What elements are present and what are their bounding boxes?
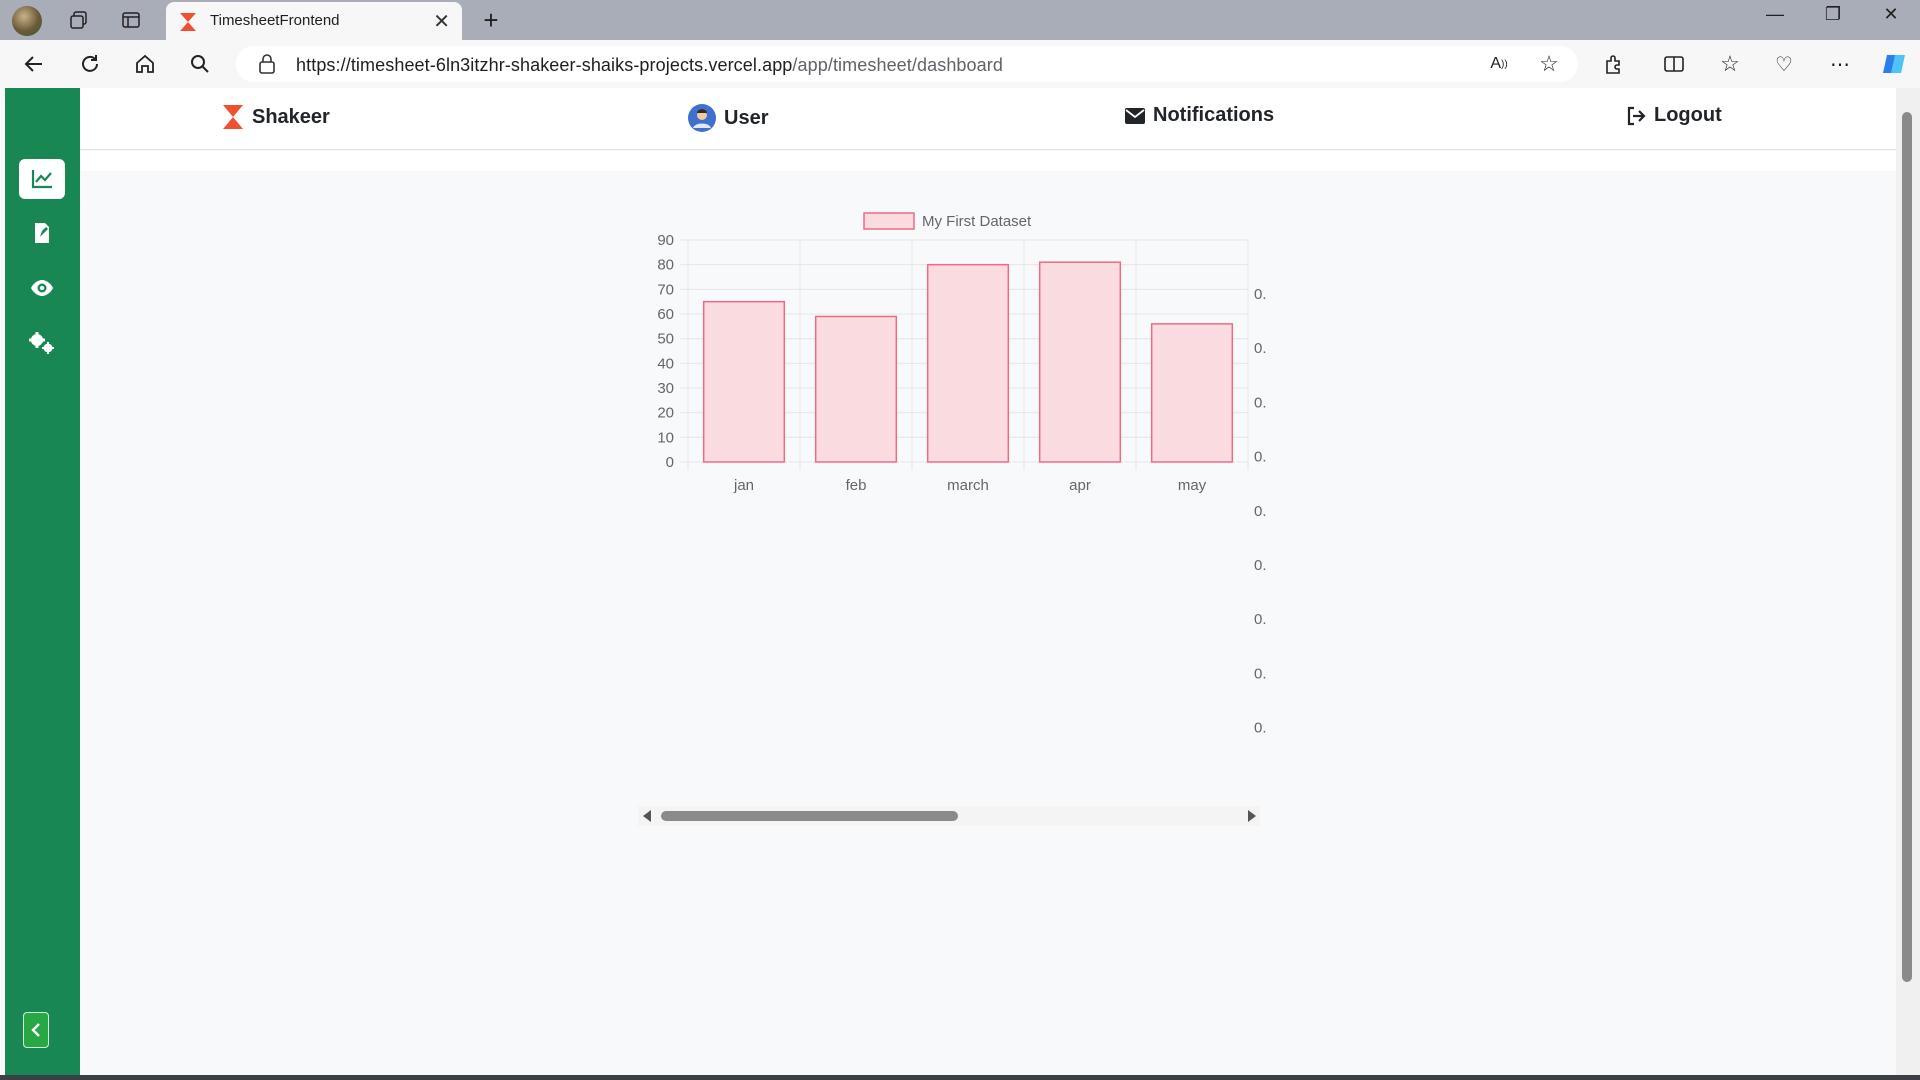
x-tick-label: apr xyxy=(1069,477,1091,494)
lock-icon[interactable] xyxy=(258,54,276,74)
sidebar xyxy=(5,88,80,1075)
y-tick-label: 0 xyxy=(666,454,674,471)
bar-chart-svg: My First Dataset 0 10 20 30 40 50 60 70 80 90 jan fe… xyxy=(657,212,1267,737)
x-tick-label: jan xyxy=(733,477,754,494)
copilot-icon[interactable] xyxy=(1880,50,1908,78)
sidebar-collapse-button[interactable] xyxy=(23,1012,49,1048)
tab-timesheet[interactable]: TimesheetFrontend ✕ xyxy=(166,2,462,40)
split-screen-icon[interactable] xyxy=(1660,50,1688,78)
plus-icon: + xyxy=(483,4,499,35)
url-host: https://timesheet-6ln3itzhr-shakeer-shai… xyxy=(296,55,793,75)
top-navbar: Shakeer User Notifications Logout xyxy=(80,88,1896,150)
y-tick-label: 60 xyxy=(657,306,674,323)
x-tick-label: may xyxy=(1178,477,1207,494)
sidebar-item-settings[interactable] xyxy=(19,323,65,363)
scroll-left-arrow-icon[interactable] xyxy=(643,810,651,822)
right-axis-tick-label: 0. xyxy=(1254,340,1267,357)
x-tick-label: march xyxy=(947,477,989,494)
legend-swatch xyxy=(863,212,915,230)
more-options-icon[interactable]: ⋯ xyxy=(1826,50,1854,78)
chevron-left-icon xyxy=(31,1023,40,1037)
vertical-scrollbar-thumb[interactable] xyxy=(1902,112,1912,982)
right-axis-tick-label: 0. xyxy=(1254,720,1267,737)
y-tick-label: 10 xyxy=(657,429,674,446)
close-window-button[interactable]: ✕ xyxy=(1868,4,1914,25)
address-toolbar: https://timesheet-6ln3itzhr-shakeer-shai… xyxy=(0,40,1920,88)
sidebar-item-view[interactable] xyxy=(19,268,65,308)
y-tick-label: 30 xyxy=(657,380,674,397)
right-axis-tick-label: 0. xyxy=(1254,611,1267,628)
bar-apr xyxy=(1038,261,1122,463)
chart-horizontal-scrollbar[interactable] xyxy=(638,806,1260,826)
eye-icon xyxy=(31,280,53,296)
bar-chart: My First Dataset 0 10 20 30 40 50 60 70 80 90 jan fe… xyxy=(630,200,1270,740)
refresh-button[interactable] xyxy=(76,50,104,78)
notifications-link[interactable]: Notifications xyxy=(1125,104,1274,127)
legend-label: My First Dataset xyxy=(922,213,1032,230)
gears-icon xyxy=(29,332,54,354)
file-edit-icon xyxy=(35,223,49,243)
bar-jan xyxy=(702,300,786,463)
scroll-right-arrow-icon[interactable] xyxy=(1248,810,1256,822)
notifications-label: Notifications xyxy=(1153,104,1275,126)
y-tick-label: 80 xyxy=(657,257,674,274)
envelope-icon xyxy=(1125,107,1145,124)
y-tick-label: 50 xyxy=(657,331,674,348)
bar-march xyxy=(926,263,1010,463)
profile-avatar[interactable] xyxy=(12,6,42,36)
sign-out-icon xyxy=(1627,106,1646,125)
y-tick-label: 40 xyxy=(657,355,674,372)
favorites-icon[interactable]: ☆ xyxy=(1716,50,1744,78)
favorite-star-icon[interactable]: ☆ xyxy=(1536,51,1562,76)
y-tick-label: 70 xyxy=(657,281,674,298)
hourglass-favicon-icon xyxy=(180,13,196,31)
browser-essentials-icon[interactable]: ♡ xyxy=(1770,50,1798,78)
hourglass-logo-icon xyxy=(223,105,243,129)
url-text[interactable]: https://timesheet-6ln3itzhr-shakeer-shai… xyxy=(296,55,1003,76)
sidebar-item-timesheet[interactable] xyxy=(19,213,65,253)
scrollbar-thumb[interactable] xyxy=(661,811,958,821)
tab-title: TimesheetFrontend xyxy=(210,12,340,29)
user-label: User xyxy=(724,106,769,129)
close-tab-icon[interactable]: ✕ xyxy=(433,9,450,34)
restore-button[interactable]: ❐ xyxy=(1810,4,1856,25)
page-vertical-scrollbar[interactable] xyxy=(1896,88,1920,1075)
home-button[interactable] xyxy=(131,50,159,78)
chart-line-icon xyxy=(31,170,52,189)
new-tab-button[interactable]: + xyxy=(478,4,504,35)
logout-link[interactable]: Logout xyxy=(1626,104,1722,127)
y-tick-label: 20 xyxy=(657,405,674,422)
right-axis-tick-label: 0. xyxy=(1254,449,1267,466)
sidebar-item-dashboard[interactable] xyxy=(19,159,65,199)
back-button[interactable] xyxy=(20,50,48,78)
bar-feb xyxy=(814,315,898,463)
browser-tab-strip: TimesheetFrontend ✕ + — ❐ ✕ xyxy=(0,0,1920,40)
y-tick-label: 90 xyxy=(657,232,674,249)
workspaces-icon[interactable] xyxy=(66,8,92,32)
read-aloud-icon[interactable]: A)) xyxy=(1486,52,1512,76)
brand-name: Shakeer xyxy=(252,105,330,128)
user-menu[interactable]: User xyxy=(688,104,768,132)
tab-actions-icon[interactable] xyxy=(118,8,144,32)
right-axis-tick-label: 0. xyxy=(1254,665,1267,682)
url-bar[interactable]: https://timesheet-6ln3itzhr-shakeer-shai… xyxy=(236,46,1578,82)
user-avatar-icon xyxy=(688,104,716,132)
right-axis-tick-label: 0. xyxy=(1254,503,1267,520)
content-top-spacer xyxy=(80,151,1896,171)
bar-may xyxy=(1150,323,1234,463)
brand-link[interactable]: Shakeer xyxy=(222,104,330,130)
url-path: /app/timesheet/dashboard xyxy=(792,55,1003,75)
minimize-button[interactable]: — xyxy=(1752,4,1798,25)
right-axis-tick-label: 0. xyxy=(1254,557,1267,574)
right-axis-tick-label: 0. xyxy=(1254,394,1267,411)
x-tick-label: feb xyxy=(846,477,867,494)
extensions-icon[interactable] xyxy=(1600,50,1628,78)
search-button[interactable] xyxy=(186,50,214,78)
logout-label: Logout xyxy=(1654,104,1722,126)
taskbar-edge xyxy=(0,1075,1920,1080)
right-axis-tick-label: 0. xyxy=(1254,286,1267,303)
